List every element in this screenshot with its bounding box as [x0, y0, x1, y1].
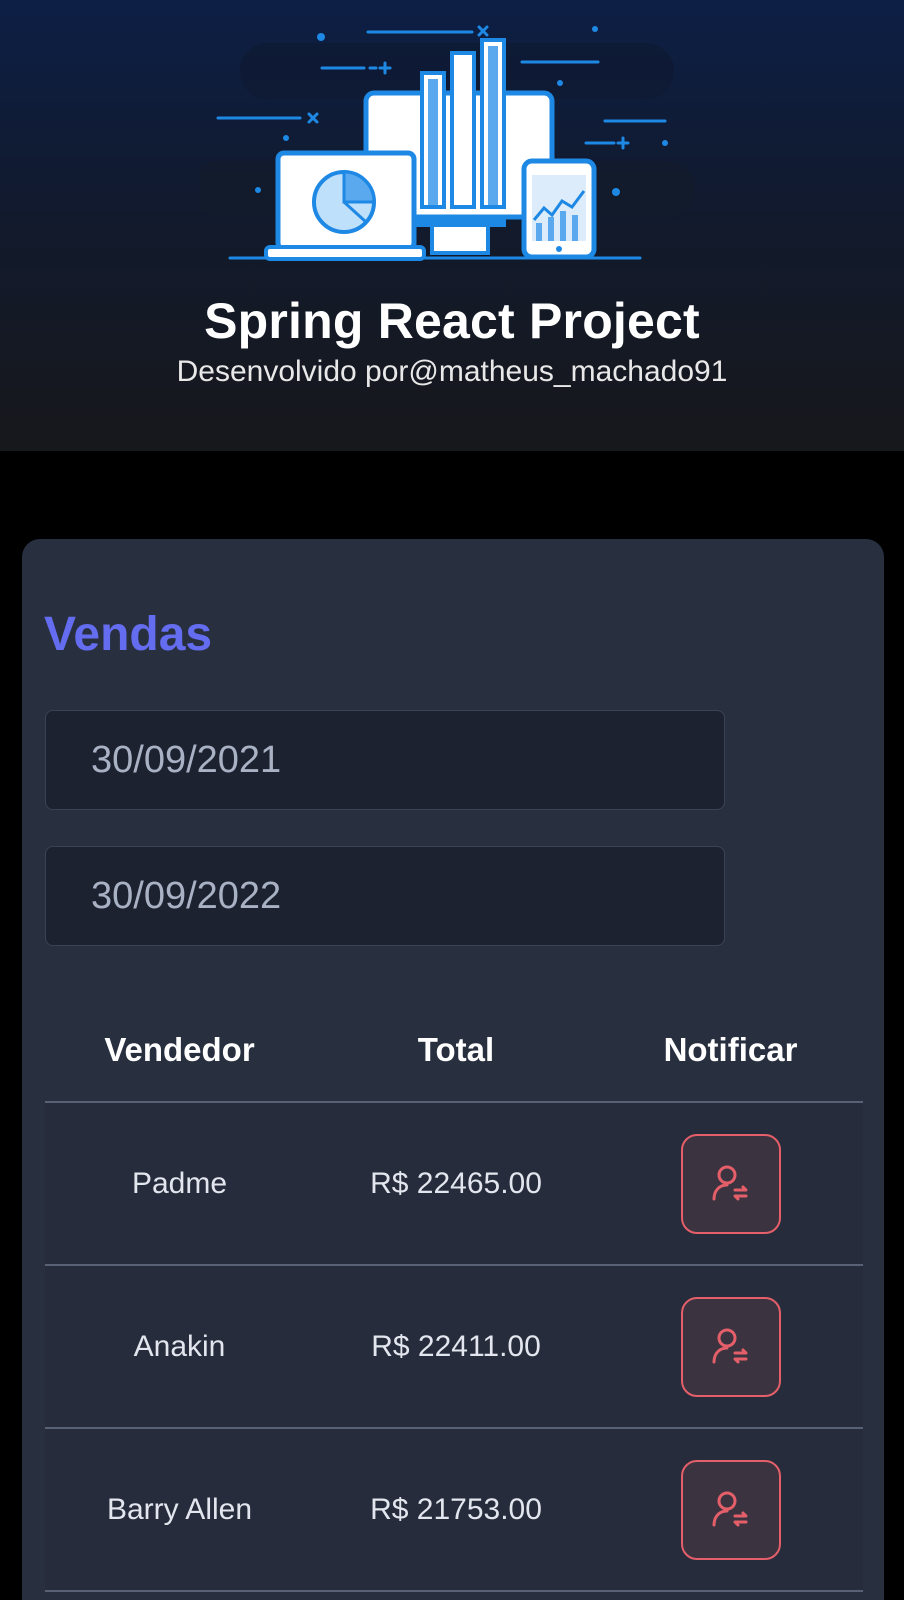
sale-total: R$ 22465.00 — [370, 1166, 542, 1200]
notify-button[interactable] — [680, 1133, 781, 1234]
sale-total: R$ 21753.00 — [370, 1492, 542, 1526]
user-notify-icon — [712, 1491, 747, 1526]
start-date-input[interactable] — [45, 710, 725, 810]
dashboard-devices-illustration — [200, 25, 695, 261]
column-header-total: Total — [417, 1031, 495, 1068]
user-notify-icon — [712, 1328, 747, 1363]
notify-cell — [598, 1296, 863, 1397]
notify-cell — [598, 1133, 863, 1234]
app-header: Spring React Project Desenvolvido por@ma… — [0, 0, 904, 451]
end-date-input[interactable] — [45, 846, 725, 946]
table-row: Padme R$ 22465.00 — [45, 1103, 863, 1266]
table-row: Barry Allen R$ 21753.00 — [45, 1429, 863, 1592]
notify-cell — [598, 1459, 863, 1560]
sales-table: Vendedor Total Notificar Padme R$ 22465.… — [45, 999, 863, 1592]
seller-name: Barry Allen — [106, 1492, 253, 1526]
table-row: Anakin R$ 22411.00 — [45, 1266, 863, 1429]
app-title: Spring React Project — [204, 293, 700, 349]
table-header: Vendedor Total Notificar — [45, 999, 863, 1103]
column-header-seller: Vendedor — [104, 1031, 255, 1068]
sale-total: R$ 22411.00 — [371, 1329, 541, 1363]
seller-name: Padme — [131, 1166, 228, 1200]
sales-card: Vendas Vendedor Total Notificar Padme R$… — [22, 539, 884, 1600]
notify-button[interactable] — [680, 1296, 781, 1397]
app-subtitle: Desenvolvido por@matheus_machado91 — [176, 355, 728, 388]
column-header-notify: Notificar — [663, 1031, 798, 1068]
sales-title: Vendas — [44, 608, 213, 661]
notify-button[interactable] — [680, 1459, 781, 1560]
user-notify-icon — [712, 1165, 747, 1200]
seller-name: Anakin — [133, 1329, 226, 1363]
